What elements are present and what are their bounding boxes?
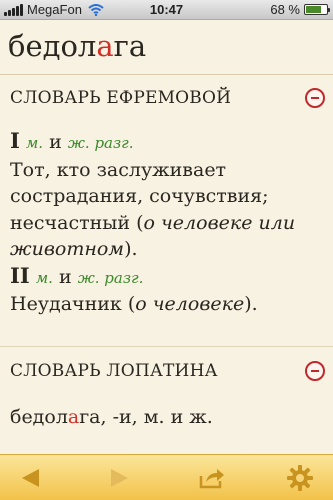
title-divider <box>0 74 333 75</box>
gram-label: м. <box>35 268 53 287</box>
definition-note: о человеке <box>135 293 245 315</box>
gear-icon[interactable] <box>287 465 313 491</box>
definition-text: ). <box>244 293 258 315</box>
back-arrow-icon[interactable] <box>19 467 41 489</box>
conjunction: и <box>49 131 62 153</box>
collapse-icon[interactable] <box>305 361 325 381</box>
sense-number: I <box>10 128 20 153</box>
back-button[interactable] <box>15 465 45 491</box>
settings-button[interactable] <box>285 465 315 491</box>
share-button[interactable] <box>197 465 227 491</box>
sense-1-definition: Тот, кто заслуживает сострадания, сочувс… <box>10 157 326 263</box>
section-divider <box>0 346 333 347</box>
share-icon[interactable] <box>198 466 226 490</box>
definition-text: Неудачник ( <box>10 293 136 315</box>
bottom-toolbar <box>0 454 333 500</box>
battery-icon <box>304 4 330 15</box>
collapse-icon[interactable] <box>305 88 325 108</box>
gram-label: ж. разг. <box>77 268 144 287</box>
gram-label: м. <box>25 134 44 152</box>
sense-2-header: II м. и ж. разг. <box>10 263 326 292</box>
battery-percent: 68 % <box>270 2 300 17</box>
battery-fill <box>306 6 321 13</box>
efremova-entry: I м. и ж. разг. Тот, кто заслуживает сос… <box>10 128 326 318</box>
lopatin-definition: бедолага, -и, м. и ж. <box>10 404 326 431</box>
forward-button[interactable] <box>105 465 135 491</box>
definition-text: ). <box>124 238 138 260</box>
section-header-efremova[interactable]: СЛОВАРЬ ЕФРЕМОВОЙ <box>10 84 325 112</box>
entry-grammar: га, -и, м. и ж. <box>79 406 213 428</box>
status-right: 68 % <box>270 2 330 17</box>
word-title: бедолага <box>8 28 328 64</box>
lopatin-entry: бедолага, -и, м. и ж. <box>10 404 326 431</box>
gram-label: ж. разг. <box>67 134 134 152</box>
entry-word: бедол <box>10 406 68 428</box>
conjunction: и <box>58 265 72 288</box>
sense-1-header: I м. и ж. разг. <box>10 128 326 157</box>
section-title: СЛОВАРЬ ЕФРЕМОВОЙ <box>10 88 232 108</box>
section-header-lopatin[interactable]: СЛОВАРЬ ЛОПАТИНА <box>10 357 325 385</box>
section-title: СЛОВАРЬ ЛОПАТИНА <box>10 361 218 381</box>
sense-number: II <box>10 262 30 288</box>
word-stressed-vowel: а <box>96 29 114 63</box>
status-bar: MegaFon 10:47 68 % <box>0 0 333 20</box>
word-part-1: бедол <box>8 29 97 63</box>
sense-2-definition: Неудачник (о человеке). <box>10 291 326 318</box>
forward-arrow-icon[interactable] <box>109 467 131 489</box>
entry-stressed-vowel: а <box>67 406 80 428</box>
word-part-2: га <box>113 29 147 63</box>
